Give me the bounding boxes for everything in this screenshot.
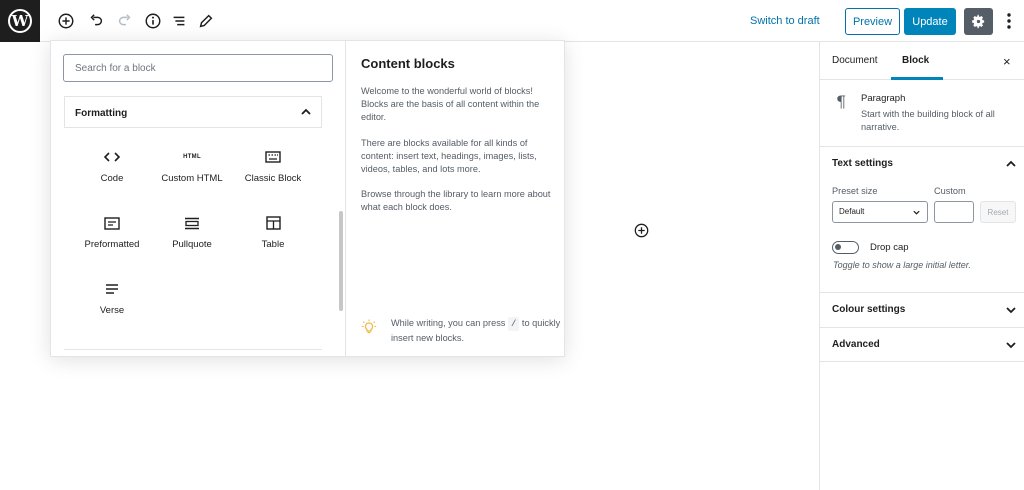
chevron-up-icon bbox=[1006, 160, 1016, 167]
category-title: Formatting bbox=[75, 108, 128, 119]
divider bbox=[64, 349, 322, 350]
preset-size-value: Default bbox=[839, 207, 865, 216]
section-title: Advanced bbox=[832, 339, 880, 350]
preview-title: Content blocks bbox=[361, 56, 455, 71]
chevron-down-icon bbox=[1006, 307, 1016, 314]
drop-cap-toggle[interactable] bbox=[832, 241, 859, 254]
canvas-add-block-icon[interactable] bbox=[634, 223, 649, 238]
preview-button[interactable]: Preview bbox=[845, 8, 900, 35]
wordpress-w-icon: W bbox=[8, 9, 32, 33]
update-button[interactable]: Update bbox=[904, 8, 956, 35]
lightbulb-icon bbox=[361, 319, 377, 334]
block-item-label: Pullquote bbox=[172, 239, 212, 250]
tab-block[interactable]: Block bbox=[902, 55, 929, 66]
preformatted-icon bbox=[102, 213, 122, 233]
inserter-tip: While writing, you can press / to quickl… bbox=[391, 316, 561, 345]
more-options-icon[interactable] bbox=[1002, 11, 1016, 31]
inserter-block-list: Formatting Code HTML Custom HTML Classic… bbox=[51, 41, 346, 356]
block-item-label: Table bbox=[261, 239, 285, 250]
settings-button[interactable] bbox=[964, 8, 993, 35]
html-icon: HTML bbox=[183, 154, 201, 160]
block-item-label: Verse bbox=[99, 305, 125, 316]
drop-cap-help: Toggle to show a large initial letter. bbox=[833, 260, 971, 270]
text-settings-toggle[interactable]: Text settings bbox=[820, 147, 1024, 181]
preset-size-select[interactable]: Default bbox=[832, 201, 928, 223]
preset-size-label: Preset size bbox=[832, 186, 878, 196]
sidebar-tabs: Document Block × bbox=[820, 42, 1024, 80]
inserter-scrollbar[interactable] bbox=[339, 211, 343, 311]
wordpress-logo[interactable]: W bbox=[0, 0, 40, 42]
drop-cap-label: Drop cap bbox=[870, 242, 909, 253]
block-item-classic-block[interactable]: Classic Block bbox=[228, 137, 318, 193]
keyboard-icon bbox=[263, 147, 283, 167]
colour-settings-toggle[interactable]: Colour settings bbox=[820, 293, 1024, 327]
tip-shortcut-key: / bbox=[507, 317, 520, 331]
chevron-up-icon bbox=[301, 108, 311, 115]
toggle-knob bbox=[835, 244, 841, 250]
block-search-input[interactable] bbox=[63, 54, 333, 82]
block-item-preformatted[interactable]: Preformatted bbox=[67, 203, 157, 259]
block-item-pullquote[interactable]: Pullquote bbox=[147, 203, 237, 259]
chevron-down-icon bbox=[913, 210, 920, 215]
editor-header: W Switch to draft Preview Update bbox=[0, 0, 1024, 42]
advanced-toggle[interactable]: Advanced bbox=[820, 328, 1024, 362]
block-item-label: Code bbox=[100, 173, 124, 184]
settings-sidebar: Document Block × ¶ Paragraph Start with … bbox=[819, 42, 1024, 490]
tip-text-start: While writing, you can press bbox=[391, 318, 506, 328]
close-icon[interactable]: × bbox=[1003, 54, 1011, 69]
block-item-custom-html[interactable]: HTML Custom HTML bbox=[147, 137, 237, 193]
preview-paragraph: There are blocks available for all kinds… bbox=[361, 138, 537, 174]
edit-icon[interactable] bbox=[196, 11, 216, 31]
paragraph-icon: ¶ bbox=[836, 92, 847, 111]
info-icon[interactable] bbox=[143, 11, 163, 31]
redo-icon[interactable] bbox=[115, 11, 135, 31]
custom-size-label: Custom bbox=[934, 186, 966, 196]
block-card-description: Start with the building block of all nar… bbox=[861, 109, 995, 132]
block-item-label: Classic Block bbox=[244, 173, 302, 184]
switch-to-draft-link[interactable]: Switch to draft bbox=[750, 15, 820, 27]
block-card-title: Paragraph bbox=[861, 93, 906, 104]
tab-document[interactable]: Document bbox=[832, 55, 878, 66]
block-card: ¶ Paragraph Start with the building bloc… bbox=[820, 80, 1024, 147]
gear-icon bbox=[972, 14, 985, 29]
add-block-icon[interactable] bbox=[56, 11, 76, 31]
table-icon bbox=[263, 213, 283, 233]
custom-size-input[interactable] bbox=[934, 201, 974, 223]
verse-icon bbox=[102, 279, 122, 299]
code-icon bbox=[102, 147, 122, 167]
formatting-category-toggle[interactable]: Formatting bbox=[64, 96, 322, 128]
block-item-label: Custom HTML bbox=[161, 173, 223, 184]
preview-paragraph: Browse through the library to learn more… bbox=[361, 189, 551, 212]
chevron-down-icon bbox=[1006, 342, 1016, 349]
undo-icon[interactable] bbox=[86, 11, 106, 31]
reset-button[interactable]: Reset bbox=[980, 201, 1016, 223]
preview-paragraph: Welcome to the wonderful world of blocks… bbox=[361, 86, 540, 122]
pullquote-icon bbox=[182, 213, 202, 233]
section-title: Text settings bbox=[832, 158, 893, 169]
block-item-verse[interactable]: Verse bbox=[67, 269, 157, 325]
list-view-icon[interactable] bbox=[169, 11, 189, 31]
inserter-preview-panel: Content blocks Welcome to the wonderful … bbox=[347, 41, 565, 356]
block-inserter-popover: Formatting Code HTML Custom HTML Classic… bbox=[50, 40, 565, 357]
block-item-label: Preformatted bbox=[84, 239, 140, 250]
divider bbox=[820, 361, 1024, 362]
section-title: Colour settings bbox=[832, 304, 906, 315]
block-item-code[interactable]: Code bbox=[67, 137, 157, 193]
block-item-table[interactable]: Table bbox=[228, 203, 318, 259]
